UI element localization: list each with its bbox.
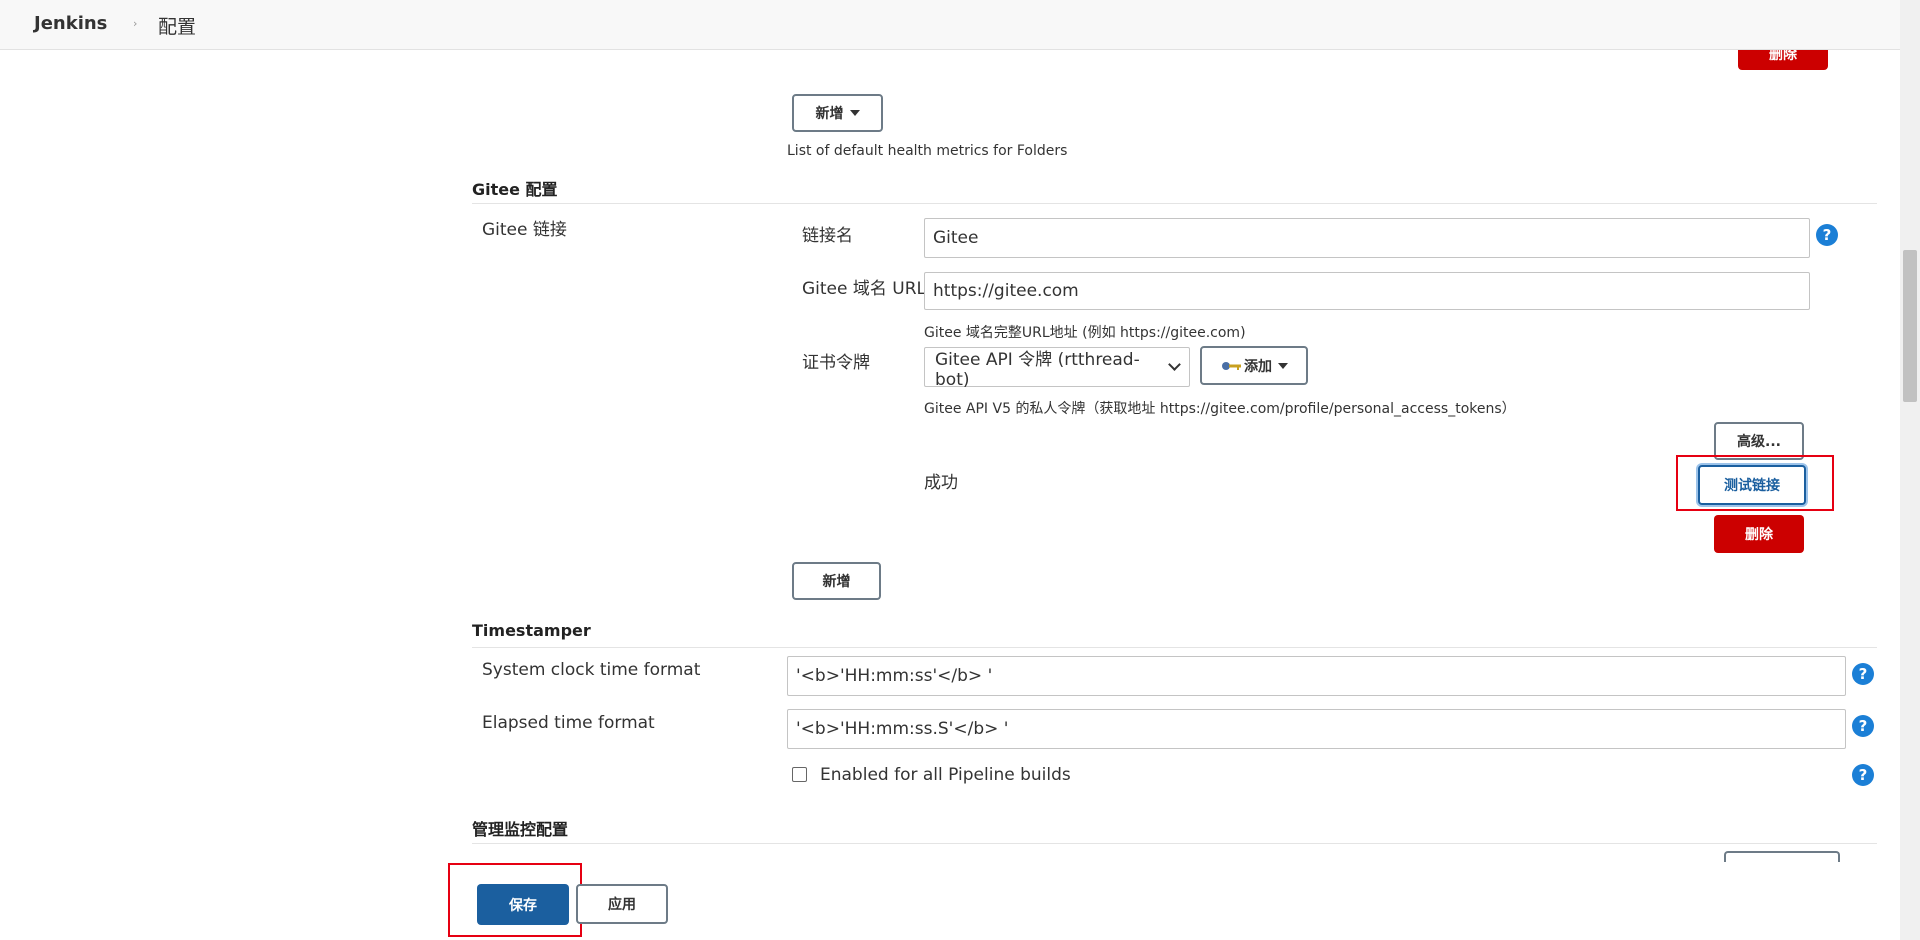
jenkins-brand[interactable]: Jenkins [34,13,107,34]
scrollbar-thumb[interactable] [1903,250,1917,402]
help-icon[interactable]: ? [1816,224,1838,246]
caret-down-icon [1278,362,1288,369]
clock-format-input[interactable]: '<b>'HH:mm:ss'</b> ' [787,656,1846,696]
test-connection-button[interactable]: 测试链接 [1698,465,1806,505]
monitor-section-title: 管理监控配置 [472,820,569,839]
pipeline-enabled-checkbox[interactable] [792,767,807,782]
help-icon[interactable]: ? [1852,663,1874,685]
new-label: 新增 [822,574,851,590]
health-metrics-description: List of default health metrics for Folde… [787,143,1068,159]
timestamper-section-title: Timestamper [472,621,591,640]
section-divider [472,843,1877,844]
test-status-text: 成功 [924,473,958,493]
health-metric-add-button[interactable]: 新增 [792,94,883,132]
connection-name-value: Gitee [933,228,979,248]
caret-down-icon [849,110,860,116]
gitee-url-value: https://gitee.com [933,281,1079,301]
credentials-hint: Gitee API V5 的私人令牌（获取地址 https://gitee.co… [924,401,1516,417]
gitee-connection-label: Gitee 链接 [482,220,567,240]
connection-name-input[interactable]: Gitee [924,218,1810,258]
jenkins-config-page: Jenkins › 配置 删除 Jenkins › 配置 新增 List of … [0,0,1920,940]
breadcrumb-current[interactable]: 配置 [158,12,196,39]
credentials-label: 证书令牌 [802,353,870,373]
delete-label: 删除 [1745,527,1773,543]
gitee-url-input[interactable]: https://gitee.com [924,272,1810,310]
header-overlay [0,0,1900,50]
clock-format-label: System clock time format [482,660,701,680]
credentials-selected: Gitee API 令牌 (rtthread-bot) [935,349,1140,390]
credentials-add-button[interactable]: 添加 [1200,346,1308,385]
advanced-label: 高级... [1737,434,1781,450]
apply-label: 应用 [608,897,636,913]
save-label: 保存 [509,897,537,914]
section-divider [472,647,1877,648]
clock-format-value: '<b>'HH:mm:ss'</b> ' [796,666,993,686]
add-label: 新增 [815,106,844,122]
gitee-section-title: Gitee 配置 [472,180,558,199]
vertical-scrollbar[interactable] [1900,0,1920,940]
gitee-url-label: Gitee 域名 URL [802,279,927,299]
key-icon [1222,361,1241,370]
test-connection-label: 测试链接 [1724,478,1780,494]
breadcrumb-chevron-icon: › [133,17,138,30]
gitee-url-hint: Gitee 域名完整URL地址 (例如 https://gitee.com) [924,325,1246,341]
pipeline-enabled-label: Enabled for all Pipeline builds [820,765,1071,785]
elapsed-format-value: '<b>'HH:mm:ss.S'</b> ' [796,719,1009,739]
help-icon[interactable]: ? [1852,764,1874,786]
gitee-add-connection-button[interactable]: 新增 [792,562,881,600]
section-divider [472,203,1877,204]
chevron-down-icon [1168,358,1181,371]
add-credential-label: 添加 [1244,358,1272,375]
help-icon[interactable]: ? [1852,715,1874,737]
gitee-delete-button[interactable]: 删除 [1714,515,1804,553]
save-button[interactable]: 保存 [477,884,569,925]
connection-name-label: 链接名 [802,226,853,246]
apply-button[interactable]: 应用 [576,884,668,924]
credentials-select[interactable]: Gitee API 令牌 (rtthread-bot) [924,347,1190,390]
elapsed-format-label: Elapsed time format [482,713,655,733]
elapsed-format-input[interactable]: '<b>'HH:mm:ss.S'</b> ' [787,709,1846,749]
